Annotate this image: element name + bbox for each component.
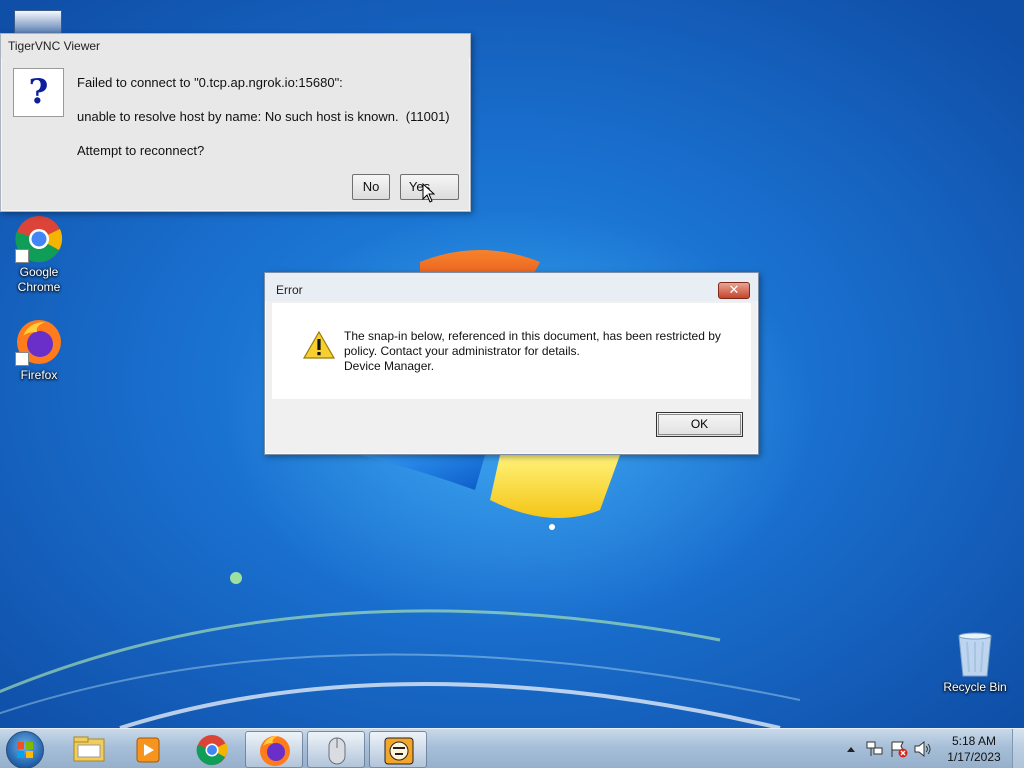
taskbar-mouse-app[interactable] (307, 731, 365, 768)
warning-icon (303, 331, 335, 359)
volume-icon[interactable] (914, 741, 932, 757)
vnc-message-line3: Attempt to reconnect? (77, 143, 205, 158)
clock[interactable]: 5:18 AM 1/17/2023 (940, 733, 1008, 765)
taskbar-firefox[interactable] (245, 731, 303, 768)
close-button[interactable]: ✕ (718, 282, 750, 299)
mouse-app-icon (328, 737, 346, 765)
taskbar-chrome[interactable] (183, 731, 241, 768)
taskbar-explorer[interactable] (60, 731, 118, 768)
tigervnc-dialog-title: TigerVNC Viewer (1, 34, 470, 58)
error-message-line1: The snap-in below, referenced in this do… (344, 329, 721, 343)
error-message-area: The snap-in below, referenced in this do… (272, 303, 751, 399)
desktop-icon-label: Recycle Bin (943, 680, 1007, 694)
start-button[interactable] (6, 731, 44, 768)
error-message-line2: policy. Contact your administrator for d… (344, 344, 580, 358)
no-button[interactable]: No (352, 174, 390, 200)
question-icon: ? (13, 68, 64, 117)
error-dialog-title: Error (265, 273, 758, 301)
taskbar-media-player[interactable] (120, 731, 178, 768)
firefox-icon (260, 736, 290, 766)
desktop-icon-label: Firefox (20, 368, 58, 382)
tigervnc-icon (384, 737, 414, 765)
vnc-message-line2: unable to resolve host by name: No such … (77, 109, 450, 124)
ok-button[interactable]: OK (656, 412, 743, 437)
chrome-icon (196, 735, 228, 766)
chrome-icon (15, 215, 63, 263)
vnc-message-line1: Failed to connect to "0.tcp.ap.ngrok.io:… (77, 75, 343, 90)
recycle-bin-icon (951, 630, 999, 678)
explorer-icon (73, 736, 105, 762)
network-icon[interactable] (866, 741, 884, 757)
clock-time: 5:18 AM (951, 734, 997, 748)
clock-date: 1/17/2023 (947, 750, 1001, 764)
taskbar: 5:18 AM 1/17/2023 (0, 728, 1024, 768)
desktop-icon-recycle-bin[interactable]: Recycle Bin (937, 630, 1013, 695)
firefox-icon (15, 318, 63, 366)
action-center-flag-icon[interactable] (890, 740, 908, 758)
tigervnc-dialog: TigerVNC Viewer ? Failed to connect to "… (0, 33, 471, 212)
taskbar-tigervnc[interactable] (369, 731, 427, 768)
error-message-line3: Device Manager. (344, 359, 435, 373)
desktop-icon-label: Google Chrome (17, 265, 61, 294)
desktop-icon-firefox[interactable]: Firefox (1, 318, 77, 383)
error-message: The snap-in below, referenced in this do… (344, 329, 734, 374)
windows-logo-icon (17, 742, 33, 758)
shortcut-arrow-icon (15, 249, 29, 263)
show-hidden-icons-chevron[interactable] (846, 745, 856, 753)
desktop-icon-chrome[interactable]: Google Chrome (1, 215, 77, 295)
shortcut-arrow-icon (15, 352, 29, 366)
mouse-cursor-icon (422, 183, 436, 203)
error-dialog: Error ✕ The snap-in below, referenced in… (264, 272, 759, 455)
computer-icon[interactable] (14, 10, 62, 34)
show-desktop-button[interactable] (1012, 729, 1024, 768)
media-player-icon (136, 737, 160, 763)
